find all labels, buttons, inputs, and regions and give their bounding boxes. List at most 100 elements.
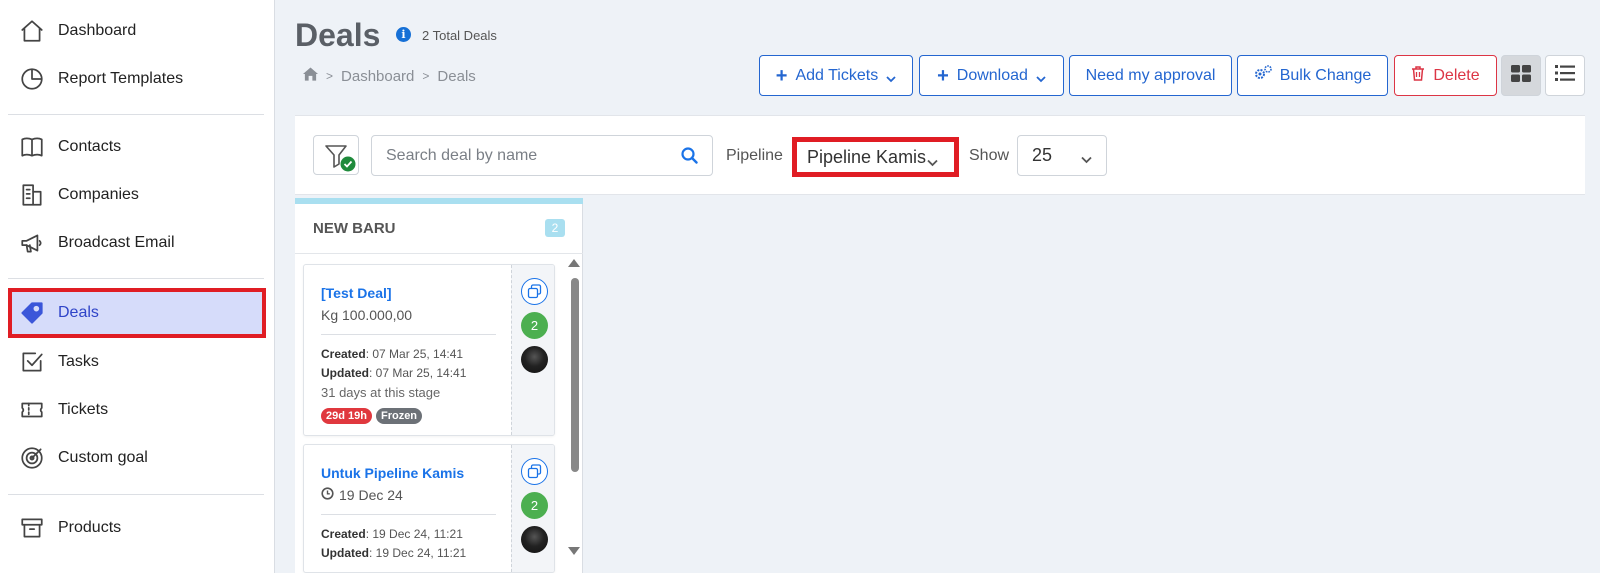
deal-created: Created: 19 Dec 24, 11:21 (321, 525, 511, 544)
sidebar-item-custom-goal[interactable]: Custom goal (8, 435, 266, 481)
sidebar-divider (8, 494, 264, 495)
scroll-down-arrow[interactable] (568, 547, 580, 555)
filter-button[interactable] (313, 135, 359, 175)
sidebar-item-report-templates[interactable]: Report Templates (8, 56, 266, 102)
deal-badges: 29d 19h Frozen (321, 408, 511, 424)
total-deals-count: 2 Total Deals (422, 28, 497, 43)
copy-icon[interactable] (521, 278, 548, 305)
breadcrumb-separator: > (422, 69, 430, 83)
sidebar-item-label: Products (58, 519, 122, 536)
sidebar-item-tickets[interactable]: Tickets (8, 387, 266, 433)
sidebar-divider (8, 114, 264, 115)
deal-updated: Updated: 07 Mar 25, 14:41 (321, 364, 511, 383)
page-title: Deals (295, 17, 381, 53)
home-icon[interactable] (303, 67, 318, 85)
sidebar-item-label: Contacts (58, 138, 122, 155)
sidebar-item-label: Companies (58, 186, 139, 203)
bulk-change-button[interactable]: Bulk Change (1237, 55, 1388, 96)
sidebar-item-label: Deals (58, 304, 99, 321)
deal-date: 19 Dec 24 (321, 487, 511, 503)
scrollbar-thumb[interactable] (571, 278, 579, 472)
breadcrumb-deals: Deals (437, 67, 476, 85)
copy-icon[interactable] (521, 458, 548, 485)
pipeline-select[interactable]: Pipeline Kamis (792, 137, 959, 177)
status-badge: Frozen (375, 408, 423, 424)
sidebar: Dashboard Report Templates Contacts Comp… (0, 0, 275, 573)
list-view-button[interactable] (1545, 55, 1585, 96)
tag-icon (18, 299, 46, 327)
chevron-down-icon (1036, 71, 1046, 82)
updated-label: Updated (321, 546, 369, 560)
column-header-divider (295, 253, 583, 254)
sidebar-item-label: Tasks (58, 353, 99, 370)
deal-value-text: Kg 100.000,00 (321, 307, 413, 323)
updated-value: : 19 Dec 24, 11:21 (369, 546, 467, 560)
grid-view-button[interactable] (1501, 55, 1541, 96)
sidebar-item-deals[interactable]: Deals (8, 288, 266, 338)
bulk-change-label: Bulk Change (1279, 66, 1372, 84)
deal-card-actions: 2 (511, 445, 554, 572)
deal-card[interactable]: Untuk Pipeline Kamis 19 Dec 24 Created: … (303, 444, 555, 573)
sidebar-item-label: Report Templates (58, 70, 184, 87)
delete-button[interactable]: Delete (1394, 55, 1497, 96)
sidebar-item-tasks[interactable]: Tasks (8, 339, 266, 385)
column-title: NEW BARU (313, 220, 396, 237)
grid-icon (1511, 64, 1531, 87)
card-divider (321, 334, 496, 335)
created-label: Created (321, 347, 366, 361)
need-my-approval-button[interactable]: Need my approval (1069, 55, 1232, 96)
chevron-down-icon (886, 71, 896, 82)
time-badge: 29d 19h (321, 408, 372, 424)
show-label: Show (969, 147, 1010, 164)
sidebar-item-products[interactable]: Products (8, 505, 266, 551)
card-divider (321, 514, 496, 515)
pipeline-label: Pipeline (726, 147, 783, 164)
sidebar-divider (8, 278, 264, 279)
activity-count-badge[interactable]: 2 (521, 312, 548, 339)
building-icon (18, 181, 46, 209)
search-icon[interactable] (681, 147, 698, 169)
column-count-badge: 2 (545, 219, 565, 237)
breadcrumb-dashboard[interactable]: Dashboard (341, 68, 414, 85)
clock-icon (321, 487, 334, 503)
show-select-value: 25 (1032, 145, 1053, 165)
scroll-up-arrow[interactable] (568, 259, 580, 267)
add-tickets-button[interactable]: + Add Tickets (759, 55, 913, 96)
search-input[interactable] (372, 136, 662, 175)
updated-value: : 07 Mar 25, 14:41 (369, 366, 467, 380)
filter-check-icon (314, 145, 360, 180)
search-box (371, 135, 713, 176)
check-square-icon (18, 348, 46, 376)
deal-updated: Updated: 19 Dec 24, 11:21 (321, 544, 511, 563)
breadcrumb: > Dashboard > Deals (303, 67, 476, 85)
deal-card-actions: 2 (511, 265, 554, 435)
ticket-icon (18, 396, 46, 424)
updated-label: Updated (321, 366, 369, 380)
deal-stage-duration: 31 days at this stage (321, 385, 441, 400)
avatar[interactable] (521, 346, 548, 373)
chevron-down-icon (1081, 149, 1092, 170)
download-button[interactable]: + Download (919, 55, 1064, 96)
deal-card[interactable]: [Test Deal] Kg 100.000,00 Created: 07 Ma… (303, 264, 555, 436)
sidebar-item-contacts[interactable]: Contacts (8, 124, 266, 170)
pie-chart-icon (18, 65, 46, 93)
info-icon: i (396, 27, 411, 42)
sidebar-item-label: Tickets (58, 401, 109, 418)
need-my-approval-label: Need my approval (1085, 66, 1216, 84)
show-select[interactable]: 25 (1017, 135, 1107, 176)
avatar[interactable] (521, 526, 548, 553)
deal-card-body: [Test Deal] Kg 100.000,00 Created: 07 Ma… (304, 265, 511, 424)
created-value: : 07 Mar 25, 14:41 (365, 347, 464, 361)
deal-value: Kg 100.000,00 (321, 307, 511, 323)
activity-count-badge[interactable]: 2 (521, 492, 548, 519)
sidebar-item-companies[interactable]: Companies (8, 172, 266, 218)
created-label: Created (321, 527, 366, 541)
deal-title-link[interactable]: [Test Deal] (321, 285, 511, 301)
deal-date-text: 19 Dec 24 (339, 487, 403, 503)
sidebar-item-broadcast-email[interactable]: Broadcast Email (8, 220, 266, 266)
pipeline-column: NEW BARU 2 [Test Deal] Kg 100.000,00 Cre… (295, 198, 583, 573)
column-color-bar (295, 198, 583, 204)
archive-icon (18, 514, 46, 542)
sidebar-item-dashboard[interactable]: Dashboard (8, 8, 266, 54)
deal-title-link[interactable]: Untuk Pipeline Kamis (321, 465, 511, 481)
